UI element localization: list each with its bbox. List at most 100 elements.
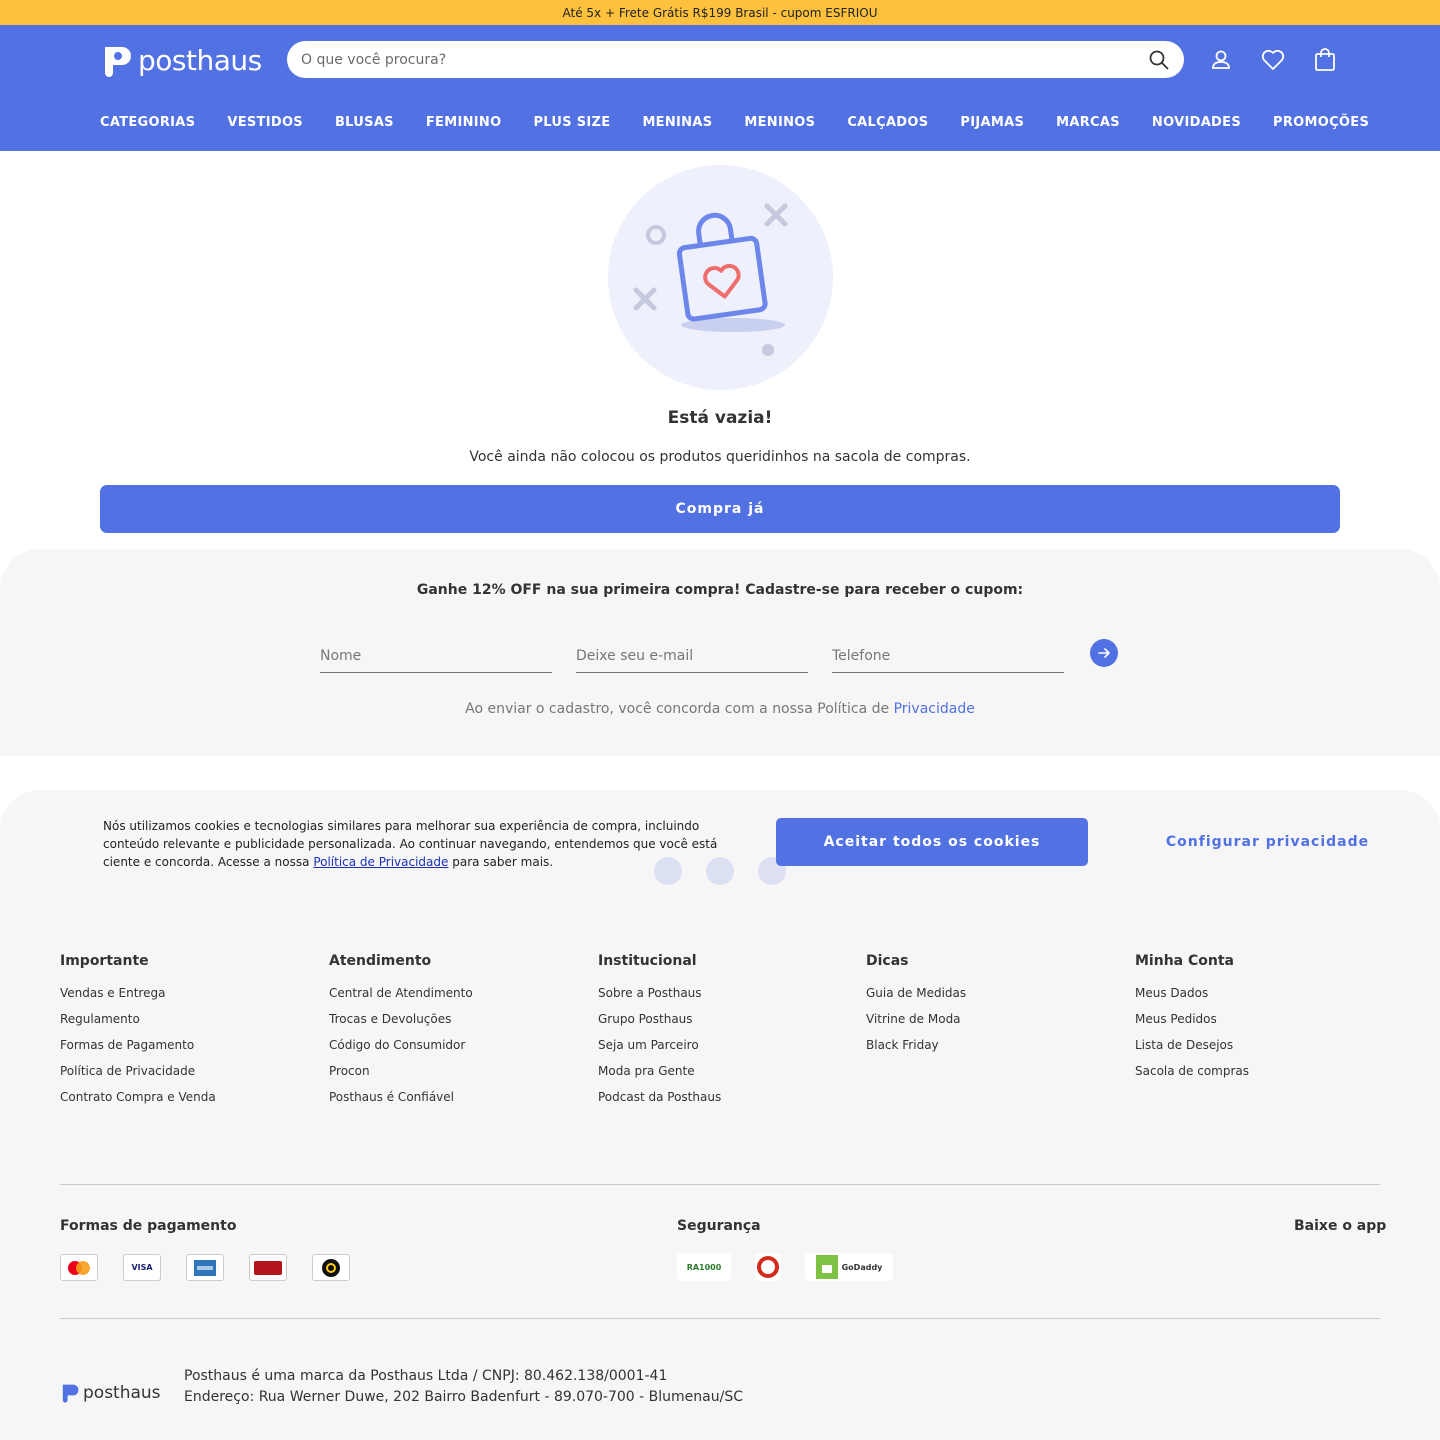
search-input[interactable] <box>301 51 1148 68</box>
footer-link[interactable]: Moda pra Gente <box>598 1064 721 1080</box>
footer-link[interactable]: Código do Consumidor <box>329 1038 473 1054</box>
newsletter-submit-button[interactable] <box>1090 639 1118 667</box>
footer-column-atendimento: Atendimento Central de Atendimento Troca… <box>329 953 473 1116</box>
nav-pijamas[interactable]: PIJAMAS <box>960 115 1024 130</box>
footer-link[interactable]: Regulamento <box>60 1012 216 1028</box>
newsletter-section: Ganhe 12% OFF na sua primeira compra! Ca… <box>0 549 1440 756</box>
empty-cart-title: Está vazia! <box>667 408 773 428</box>
company-info: Posthaus é uma marca da Posthaus Ltda / … <box>184 1366 743 1408</box>
promo-topbar: Até 5x + Frete Grátis R$199 Brasil - cup… <box>0 0 1440 25</box>
footer-link[interactable]: Trocas e Devoluções <box>329 1012 473 1028</box>
visa-icon: VISA <box>123 1254 161 1281</box>
footer-column-importante: Importante Vendas e Entrega Regulamento … <box>60 953 216 1116</box>
accept-cookies-button[interactable]: Aceitar todos os cookies <box>776 818 1088 866</box>
godaddy-seal: GoDaddy <box>805 1253 893 1281</box>
logo-icon <box>105 46 131 77</box>
site-logo[interactable]: posthaus <box>102 44 262 77</box>
cookie-text-after: para saber mais. <box>452 855 554 869</box>
footer-link[interactable]: Política de Privacidade <box>60 1064 216 1080</box>
payment-cards: VISA <box>60 1254 350 1281</box>
empty-cart-message: Você ainda não colocou os produtos queri… <box>469 449 971 465</box>
nav-meninas[interactable]: MENINAS <box>642 115 712 130</box>
search-bar[interactable] <box>287 41 1184 78</box>
wishlist-heart-icon[interactable] <box>1260 47 1286 73</box>
footer-logo[interactable]: posthaus <box>61 1383 161 1403</box>
elo-icon <box>312 1254 350 1281</box>
header-actions <box>1208 47 1338 73</box>
nav-vestidos[interactable]: VESTIDOS <box>227 115 303 130</box>
footer-link[interactable]: Meus Dados <box>1135 986 1249 1002</box>
newsletter-phone-field[interactable] <box>832 639 1064 673</box>
footer-column-title: Importante <box>60 953 149 969</box>
footer-logo-wordmark: posthaus <box>83 1383 161 1403</box>
footer-link[interactable]: Black Friday <box>866 1038 966 1054</box>
nav-categorias[interactable]: CATEGORIAS <box>100 115 195 130</box>
footer-link[interactable]: Formas de Pagamento <box>60 1038 216 1054</box>
buy-now-button[interactable]: Compra já <box>100 485 1340 533</box>
hipercard-icon <box>249 1254 287 1281</box>
footer-column-dicas: Dicas Guia de Medidas Vitrine de Moda Bl… <box>866 953 966 1064</box>
footer-link[interactable]: Grupo Posthaus <box>598 1012 721 1028</box>
footer-link[interactable]: Central de Atendimento <box>329 986 473 1002</box>
footer-link[interactable]: Vitrine de Moda <box>866 1012 966 1028</box>
newsletter-title: Ganhe 12% OFF na sua primeira compra! Ca… <box>416 582 1024 598</box>
footer-link[interactable]: Guia de Medidas <box>866 986 966 1002</box>
company-cnpj: Posthaus é uma marca da Posthaus Ltda / … <box>184 1368 668 1384</box>
empty-bag-icon <box>633 203 788 356</box>
user-account-icon[interactable] <box>1208 47 1234 73</box>
newsletter-legal-text: Ao enviar o cadastro, você concorda com … <box>465 701 890 717</box>
nav-blusas[interactable]: BLUSAS <box>335 115 394 130</box>
arrow-right-icon <box>1098 648 1110 658</box>
cookie-privacy-link[interactable]: Política de Privacidade <box>313 855 448 869</box>
nav-novidades[interactable]: NOVIDADES <box>1152 115 1241 130</box>
header: posthaus CATEGORIAS VESTIDOS BLUSAS FEMI… <box>0 25 1440 151</box>
configure-privacy-button[interactable]: Configurar privacidade <box>1150 818 1385 866</box>
ebit-seal <box>755 1253 781 1281</box>
mastercard-icon <box>60 1254 98 1281</box>
security-title: Segurança <box>677 1218 761 1234</box>
nav-meninos[interactable]: MENINOS <box>744 115 815 130</box>
nav-promocoes[interactable]: PROMOÇÕES <box>1273 115 1369 130</box>
privacy-link[interactable]: Privacidade <box>894 701 975 717</box>
footer: Importante Vendas e Entrega Regulamento … <box>0 890 1440 1440</box>
footer-link[interactable]: Meus Pedidos <box>1135 1012 1249 1028</box>
footer-column-institucional: Institucional Sobre a Posthaus Grupo Pos… <box>598 953 721 1116</box>
company-address: Endereço: Rua Werner Duwe, 202 Bairro Ba… <box>184 1389 743 1405</box>
footer-link[interactable]: Lista de Desejos <box>1135 1038 1249 1054</box>
empty-bag-illustration <box>608 165 833 390</box>
main-nav: CATEGORIAS VESTIDOS BLUSAS FEMININO PLUS… <box>100 115 1369 130</box>
logo-icon <box>62 1384 79 1403</box>
nav-plus-size[interactable]: PLUS SIZE <box>533 115 610 130</box>
footer-link[interactable]: Seja um Parceiro <box>598 1038 721 1054</box>
footer-column-title: Institucional <box>598 953 697 969</box>
security-seals: RA1000 GoDaddy <box>677 1253 893 1281</box>
nav-calcados[interactable]: CALÇADOS <box>847 115 928 130</box>
shopping-bag-icon[interactable] <box>1312 47 1338 73</box>
footer-link[interactable]: Procon <box>329 1064 473 1080</box>
footer-column-title: Atendimento <box>329 953 432 969</box>
ra1000-seal: RA1000 <box>677 1253 731 1281</box>
footer-link[interactable]: Sacola de compras <box>1135 1064 1249 1080</box>
footer-divider <box>60 1318 1380 1319</box>
search-icon[interactable] <box>1148 49 1170 71</box>
promo-text: Até 5x + Frete Grátis R$199 Brasil - cup… <box>562 5 878 20</box>
newsletter-email-field[interactable] <box>576 639 808 673</box>
newsletter-legal: Ao enviar o cadastro, você concorda com … <box>0 701 1440 717</box>
newsletter-name-field[interactable] <box>320 639 552 673</box>
footer-divider <box>60 1184 1380 1185</box>
footer-column-title: Minha Conta <box>1135 953 1234 969</box>
footer-link[interactable]: Posthaus é Confiável <box>329 1090 473 1106</box>
footer-link[interactable]: Vendas e Entrega <box>60 986 216 1002</box>
footer-link[interactable]: Podcast da Posthaus <box>598 1090 721 1106</box>
amex-icon <box>186 1254 224 1281</box>
logo-wordmark: posthaus <box>138 44 262 77</box>
footer-column-title: Dicas <box>866 953 909 969</box>
nav-marcas[interactable]: MARCAS <box>1056 115 1120 130</box>
cookie-message: Nós utilizamos cookies e tecnologias sim… <box>103 817 743 871</box>
footer-link[interactable]: Contrato Compra e Venda <box>60 1090 216 1106</box>
app-download-title: Baixe o app <box>1294 1218 1387 1234</box>
nav-feminino[interactable]: FEMININO <box>426 115 502 130</box>
godaddy-seal-label: GoDaddy <box>841 1262 883 1272</box>
footer-column-minha-conta: Minha Conta Meus Dados Meus Pedidos List… <box>1135 953 1249 1090</box>
footer-link[interactable]: Sobre a Posthaus <box>598 986 721 1002</box>
